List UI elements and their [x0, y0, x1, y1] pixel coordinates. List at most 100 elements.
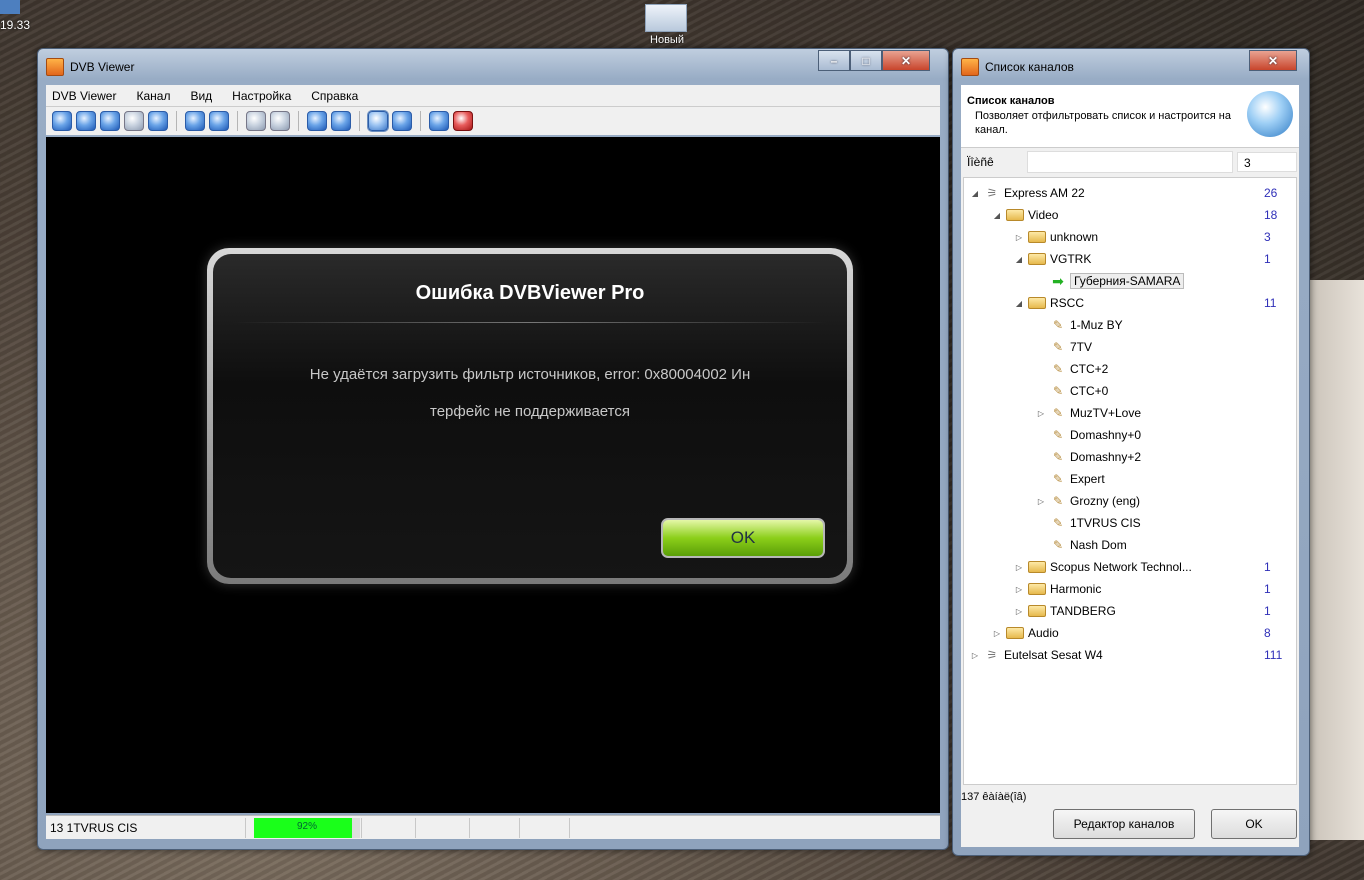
volume-up-icon[interactable]: [270, 111, 290, 131]
filter-input[interactable]: [1027, 151, 1233, 173]
dvb-window-title: DVB Viewer: [70, 60, 135, 74]
tree-node[interactable]: ◢ VGTRK 1: [964, 248, 1344, 270]
close-button[interactable]: ✕: [882, 50, 930, 71]
desktop-mode-icon[interactable]: [124, 111, 144, 131]
signal-strength-bar: 92%: [254, 817, 360, 838]
tree-node[interactable]: ✎ Expert: [964, 468, 1364, 490]
tree-node[interactable]: ◢ ⚞ Express AM 22 26: [964, 182, 1300, 204]
new-item-desktop-icon[interactable]: [645, 4, 687, 32]
tree-node-count: 11: [1264, 296, 1277, 310]
tree-node[interactable]: ▷ Audio 8: [964, 622, 1322, 644]
tree-node-label: Nash Dom: [1070, 538, 1127, 552]
menu-dvb-viewer[interactable]: DVB Viewer: [52, 89, 116, 103]
tree-node-label: Expert: [1070, 472, 1105, 486]
info-icon[interactable]: [429, 111, 449, 131]
collapsed-twisty-icon[interactable]: ▷: [1014, 585, 1024, 594]
menu-channel[interactable]: Канал: [136, 89, 170, 103]
collapsed-twisty-icon[interactable]: ▷: [1014, 607, 1024, 616]
tree-node-count: 8: [1264, 626, 1271, 640]
forward-icon[interactable]: [331, 111, 351, 131]
epg-icon[interactable]: [392, 111, 412, 131]
tree-node[interactable]: ▷ TANDBERG 1: [964, 600, 1344, 622]
tree-node[interactable]: ✎ Domashny+2: [964, 446, 1364, 468]
channel-list-app-icon[interactable]: [961, 58, 979, 76]
channel-list-close-button[interactable]: ✕: [1249, 50, 1297, 71]
record-icon[interactable]: [453, 111, 473, 131]
dvb-toolbar: [46, 107, 940, 135]
tree-node[interactable]: ✎ 1TVRUS CIS: [964, 512, 1364, 534]
maximize-button[interactable]: □: [850, 50, 882, 71]
tree-node[interactable]: ✎ Nash Dom: [964, 534, 1364, 556]
error-ok-button[interactable]: OK: [661, 518, 825, 558]
tree-node[interactable]: ➡ Губерния-SAMARA: [964, 270, 1364, 292]
expanded-twisty-icon[interactable]: ◢: [970, 189, 980, 198]
tree-node[interactable]: ✎ CTC+2: [964, 358, 1364, 380]
minimize-button[interactable]: –: [818, 50, 850, 71]
collapsed-twisty-icon[interactable]: ▷: [1036, 497, 1046, 506]
tree-node-count: 1: [1264, 604, 1271, 618]
tree-node-count: 1: [1264, 252, 1271, 266]
menu-settings[interactable]: Настройка: [232, 89, 291, 103]
dvb-app-icon[interactable]: [46, 58, 64, 76]
tree-node[interactable]: ✎ Domashny+0: [964, 424, 1364, 446]
fullscreen-icon[interactable]: [52, 111, 72, 131]
volume-down-icon[interactable]: [246, 111, 266, 131]
tree-node-label: Audio: [1028, 626, 1059, 640]
tree-node[interactable]: ▷ Scopus Network Technol... 1: [964, 556, 1344, 578]
tv-mode-icon[interactable]: [100, 111, 120, 131]
tree-node[interactable]: ▷ ⚞ Eutelsat Sesat W4 111: [964, 644, 1300, 666]
previous-channel-icon[interactable]: [185, 111, 205, 131]
channel-list-toggle-icon[interactable]: [367, 110, 389, 132]
menu-view[interactable]: Вид: [190, 89, 212, 103]
tree-node-label: Eutelsat Sesat W4: [1004, 648, 1103, 662]
tree-node-label: TANDBERG: [1050, 604, 1116, 618]
channel-icon: ✎: [1052, 450, 1064, 464]
expanded-twisty-icon[interactable]: ◢: [1014, 255, 1024, 264]
tree-node-label: CTC+2: [1070, 362, 1109, 376]
collapsed-twisty-icon[interactable]: ▷: [1014, 563, 1024, 572]
window-mode-icon[interactable]: [76, 111, 96, 131]
channel-tree[interactable]: ◢ ⚞ Express AM 22 26 ◢ Video 18 ▷ unknown 3 ◢ VGTRK…: [963, 177, 1297, 785]
collapsed-twisty-icon[interactable]: ▷: [1036, 409, 1046, 418]
folder-icon: [1028, 583, 1046, 595]
filter-count-field[interactable]: 3: [1237, 152, 1297, 172]
collapsed-twisty-icon[interactable]: ▷: [1014, 233, 1024, 242]
channel-list-ok-button[interactable]: OK: [1211, 809, 1297, 839]
desktop-icon-label[interactable]: Новый: [632, 34, 702, 46]
collapsed-twisty-icon[interactable]: ▷: [992, 629, 1002, 638]
next-channel-icon[interactable]: [209, 111, 229, 131]
channel-icon: ✎: [1052, 340, 1064, 354]
tree-node[interactable]: ▷ Harmonic 1: [964, 578, 1344, 600]
channel-list-title: Список каналов: [985, 60, 1074, 74]
collapsed-twisty-icon[interactable]: ▷: [970, 651, 980, 660]
toolbar-separator: [237, 111, 238, 131]
expanded-twisty-icon[interactable]: ◢: [1014, 299, 1024, 308]
tree-node-label: Grozny (eng): [1070, 494, 1141, 508]
tree-node[interactable]: ▷ ✎ Grozny (eng): [964, 490, 1364, 512]
toolbar-separator: [176, 111, 177, 131]
expanded-twisty-icon[interactable]: ◢: [992, 211, 1002, 220]
tree-node[interactable]: ✎ 7TV: [964, 336, 1364, 358]
channel-icon: ✎: [1052, 318, 1064, 332]
channel-icon: ✎: [1052, 516, 1064, 530]
channel-list-titlebar[interactable]: Список каналов: [961, 57, 1074, 77]
tree-node[interactable]: ▷ ✎ MuzTV+Love: [964, 402, 1364, 424]
tree-node[interactable]: ◢ RSCC 11: [964, 292, 1344, 314]
tree-node-count: 1: [1264, 560, 1271, 574]
desktop-corner-icon[interactable]: [0, 0, 20, 14]
tree-node[interactable]: ▷ unknown 3: [964, 226, 1344, 248]
menu-help[interactable]: Справка: [311, 89, 358, 103]
tree-node[interactable]: ✎ CTC+0: [964, 380, 1364, 402]
tree-node[interactable]: ✎ 1-Muz BY: [964, 314, 1364, 336]
tree-node-label: MuzTV+Love: [1070, 406, 1142, 420]
error-dialog: Ошибка DVBViewer Pro Не удаётся загрузит…: [207, 248, 853, 584]
error-dialog-title: Ошибка DVBViewer Pro: [415, 282, 645, 304]
tree-node-label: VGTRK: [1050, 252, 1092, 266]
osd-icon[interactable]: [148, 111, 168, 131]
tree-node-label: Scopus Network Technol...: [1050, 560, 1192, 574]
back-icon[interactable]: [307, 111, 327, 131]
dvb-titlebar[interactable]: DVB Viewer: [46, 57, 134, 77]
signal-cell: 92%: [246, 817, 362, 838]
channel-editor-button[interactable]: Редактор каналов: [1053, 809, 1195, 839]
tree-node[interactable]: ◢ Video 18: [964, 204, 1322, 226]
